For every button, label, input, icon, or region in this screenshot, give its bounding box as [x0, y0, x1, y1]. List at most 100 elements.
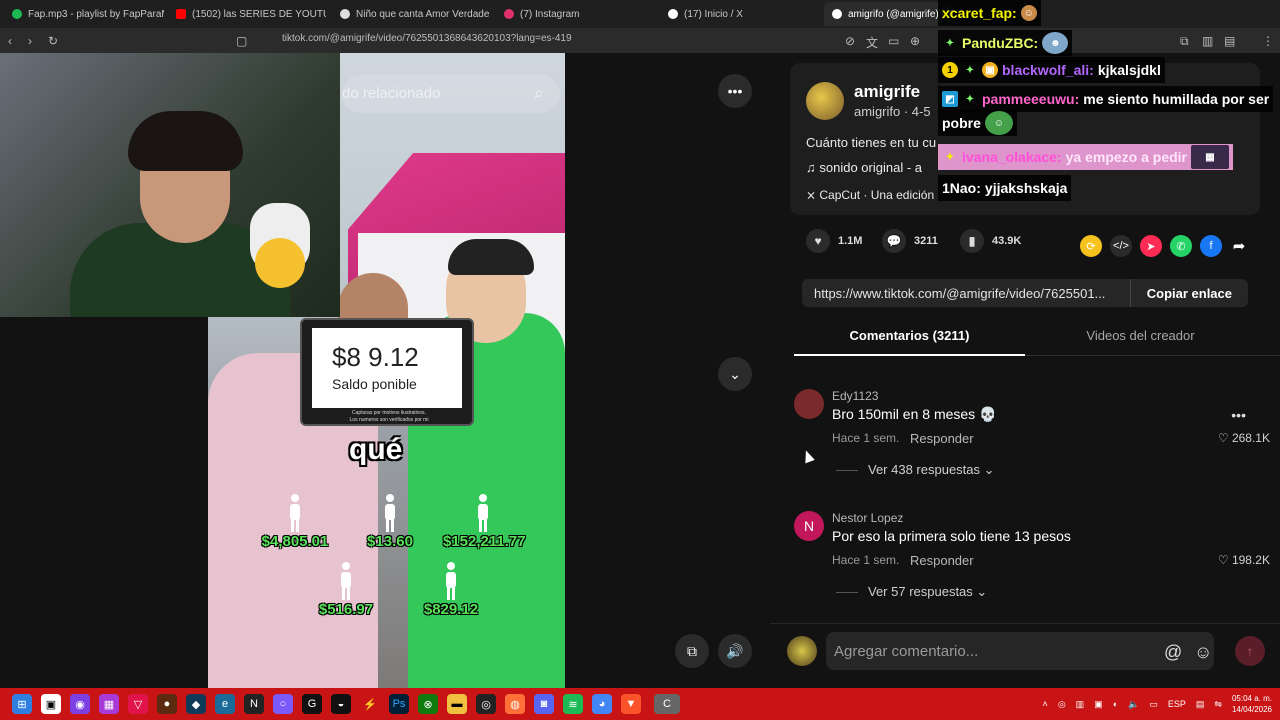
volume-button[interactable]: 🔊: [718, 634, 752, 668]
divider: [836, 592, 858, 594]
comment-input[interactable]: [826, 632, 1214, 670]
whatsapp-icon[interactable]: ✆: [1170, 235, 1192, 257]
lightning-icon[interactable]: ⚡: [360, 694, 380, 714]
tray-icon[interactable]: ▤: [1196, 699, 1205, 710]
browser-tab-instagram[interactable]: (7) Instagram: [496, 2, 654, 26]
commenter-name[interactable]: Edy1123: [832, 389, 878, 403]
comment-like-button[interactable]: ♡ 268.1K: [1218, 431, 1270, 445]
xbox-icon[interactable]: ⊗: [418, 694, 438, 714]
comment-options-icon[interactable]: •••: [1231, 407, 1246, 423]
repost-icon[interactable]: ⟳: [1080, 235, 1102, 257]
app-icon[interactable]: ▽: [128, 694, 148, 714]
app-icon[interactable]: ▦: [99, 694, 119, 714]
send-comment-button[interactable]: ↑: [1235, 636, 1265, 666]
tray-icon[interactable]: ▣: [1094, 699, 1103, 710]
bookmark-icon[interactable]: ▢: [236, 34, 247, 48]
system-tray: ˄ ◎ ▥ ▣ ◐ 🔈 ▭ ESP ▤ ⇋ 05:04 a. m. 14/04/…: [1043, 688, 1272, 720]
emoji-icon[interactable]: ☺: [1194, 642, 1212, 663]
comment-like-button[interactable]: ♡ 198.2K: [1218, 553, 1270, 567]
app-icon[interactable]: ◆: [186, 694, 206, 714]
ellipsis-icon: •••: [727, 83, 743, 99]
tab-comments[interactable]: Comentarios (3211): [794, 328, 1025, 343]
back-icon[interactable]: ‹: [8, 34, 12, 48]
like-button[interactable]: ♥ 1.1M: [806, 229, 862, 253]
language-indicator[interactable]: ESP: [1168, 699, 1186, 709]
floating-player-button[interactable]: ⧉: [675, 634, 709, 668]
firefox-icon[interactable]: ◍: [505, 694, 525, 714]
embed-icon[interactable]: </>: [1110, 235, 1132, 257]
tray-icon[interactable]: ◎: [1058, 699, 1066, 710]
edge-icon[interactable]: e: [215, 694, 235, 714]
app-icon[interactable]: G: [302, 694, 322, 714]
send-to-friends-icon[interactable]: ➤: [1140, 235, 1162, 257]
save-button[interactable]: ▮ 43.9K: [960, 229, 1021, 253]
photoshop-icon[interactable]: Ps: [389, 694, 409, 714]
streamer-webcam: [0, 53, 340, 317]
person-icon: [341, 562, 351, 600]
reader-icon[interactable]: ⊘: [845, 34, 855, 48]
reply-button[interactable]: Responder: [910, 431, 974, 446]
more-options-button[interactable]: •••: [718, 74, 752, 108]
heart-outline-icon: ♡: [1217, 553, 1232, 567]
browser-tab-x[interactable]: (17) Inicio / X: [660, 2, 818, 26]
notion-icon[interactable]: N: [244, 694, 264, 714]
author-name[interactable]: amigrife: [854, 82, 920, 102]
commenter-name[interactable]: Nestor Lopez: [832, 511, 903, 525]
chat-text: me siento humillada por ser: [1083, 91, 1270, 107]
author-avatar[interactable]: [806, 82, 844, 120]
commenter-avatar[interactable]: [794, 389, 824, 419]
spotify-icon[interactable]: ≋: [563, 694, 583, 714]
windows-start-icon[interactable]: ⊞: [12, 694, 32, 714]
search-icon[interactable]: ⌕: [534, 83, 544, 104]
video-link[interactable]: https://www.tiktok.com/@amigrife/video/7…: [814, 286, 1105, 301]
brave-icon[interactable]: ▼: [621, 694, 641, 714]
browser-tab-video[interactable]: Niño que canta Amor Verdadero: [332, 2, 490, 26]
app-icon[interactable]: ◉: [70, 694, 90, 714]
clock[interactable]: 05:04 a. m. 14/04/2026: [1232, 693, 1272, 715]
tray-icon[interactable]: ⇋: [1214, 699, 1222, 710]
network-icon[interactable]: ▭: [1149, 699, 1158, 710]
active-app-icon[interactable]: C: [654, 694, 680, 714]
capcut-link[interactable]: ⨯ CapCut · Una edición: [806, 188, 934, 202]
reply-button[interactable]: Responder: [910, 553, 974, 568]
view-replies-button[interactable]: Ver 57 respuestas ⌄: [836, 584, 987, 600]
tray-icon[interactable]: ▥: [1076, 699, 1085, 710]
share-arrow-icon[interactable]: ➦: [1228, 235, 1250, 257]
folder-icon[interactable]: ▬: [447, 694, 467, 714]
sparkle-icon: ✦: [965, 93, 975, 105]
task-view-icon[interactable]: ▣: [41, 694, 61, 714]
volume-icon[interactable]: 🔈: [1128, 699, 1139, 710]
related-search-box[interactable]: do relacionado ⌕: [342, 75, 560, 113]
chat-user: ivana_olakace:: [962, 149, 1062, 165]
view-replies-button[interactable]: Ver 438 respuestas ⌄: [836, 462, 995, 478]
browser-tab-tiktok[interactable]: amigrifo (@amigrife) | T: [824, 2, 954, 26]
chevron-up-icon[interactable]: ˄: [1043, 699, 1048, 709]
commenter-avatar[interactable]: N: [794, 511, 824, 541]
facebook-icon[interactable]: f: [1200, 235, 1222, 257]
comment-button[interactable]: 💬 3211: [882, 229, 938, 253]
browser-tab-spotify[interactable]: Fap.mp3 - playlist by FapParaMoar | S: [4, 2, 164, 26]
forward-icon[interactable]: ›: [28, 34, 32, 48]
app-icon[interactable]: ○: [273, 694, 293, 714]
translate-icon[interactable]: 文: [866, 34, 878, 51]
next-video-button[interactable]: ⌄: [718, 357, 752, 391]
app-icon[interactable]: ●: [157, 694, 177, 714]
discord-icon[interactable]: ◙: [534, 694, 554, 714]
github-icon[interactable]: ◎: [476, 694, 496, 714]
copy-link-button[interactable]: Copiar enlace: [1129, 279, 1248, 307]
tab-creator-videos[interactable]: Videos del creador: [1025, 328, 1256, 343]
person-amount: $13.60: [367, 533, 413, 550]
app-icon[interactable]: ◒: [331, 694, 351, 714]
mention-icon[interactable]: @: [1164, 642, 1182, 663]
browser-tab-youtube[interactable]: (1502) las SERIES DE YOUTUBERS me: [168, 2, 326, 26]
zoom-icon[interactable]: ⊕: [910, 34, 920, 48]
music-note-icon: ♫: [806, 160, 820, 175]
url-text[interactable]: tiktok.com/@amigrife/video/7625501368643…: [282, 33, 572, 44]
reload-icon[interactable]: ↻: [48, 34, 58, 48]
chrome-icon[interactable]: ◕: [592, 694, 612, 714]
gift-icon: ▣: [982, 62, 998, 78]
screen-icon[interactable]: ▭: [888, 34, 899, 48]
steam-icon[interactable]: ◐: [1113, 699, 1118, 709]
video-area: $8 9.12 Saldo ponible Capturas por motiv…: [0, 53, 770, 688]
sound-link[interactable]: ♫ sonido original - a: [806, 160, 922, 175]
